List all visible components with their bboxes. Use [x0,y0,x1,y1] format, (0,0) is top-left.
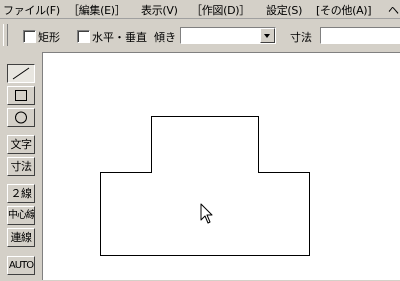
rectangle-tool-button[interactable] [7,86,35,105]
menu-draw[interactable]: ［作図(D)］ [191,2,250,18]
circle-tool-button[interactable] [7,108,35,127]
menu-view[interactable]: 表示(V) [141,2,178,18]
dimension-input[interactable] [320,27,400,44]
line-icon [12,67,30,80]
arrow-cursor-icon [200,203,213,224]
menu-other[interactable]: [その他(A)] [316,2,372,18]
rect-label: 矩形 [38,31,60,44]
continuous-line-tool-button[interactable]: 連線 [7,228,35,247]
menu-bar: ファイル(F) ［編集(E)］ 表示(V) ［作図(D)］ 設定(S) [その他… [0,0,400,19]
t-shaped-polyline[interactable] [100,116,310,256]
horizontal-vertical-label: 水平・垂直 [92,31,147,44]
double-line-tool-button[interactable]: ２線 [7,184,35,203]
menu-settings[interactable]: 設定(S) [266,2,302,18]
text-tool-button[interactable]: 文字 [7,135,35,154]
rect-checkbox[interactable] [23,30,36,43]
tilt-label: 傾き [154,31,176,44]
menu-edit[interactable]: ［編集(E)］ [68,2,126,18]
rectangle-icon [15,90,27,101]
dimension-tool-button[interactable]: 寸法 [7,157,35,176]
chevron-down-icon [264,34,270,38]
drawing-surface [100,116,310,256]
center-line-tool-button[interactable]: 中心線 [7,206,35,225]
circle-icon [15,111,27,124]
horizontal-vertical-checkbox[interactable] [77,30,90,43]
toolbar-grip[interactable] [3,24,8,46]
tilt-dropdown-button[interactable] [260,28,275,43]
drawing-canvas[interactable] [42,52,400,280]
menu-help[interactable]: ヘ [388,2,399,18]
line-tool-button[interactable] [7,64,35,83]
auto-mode-button[interactable]: AUTO [7,256,35,275]
tilt-combobox[interactable] [180,27,276,44]
menu-file[interactable]: ファイル(F) [3,2,60,18]
dimension-label: 寸法 [290,31,312,44]
